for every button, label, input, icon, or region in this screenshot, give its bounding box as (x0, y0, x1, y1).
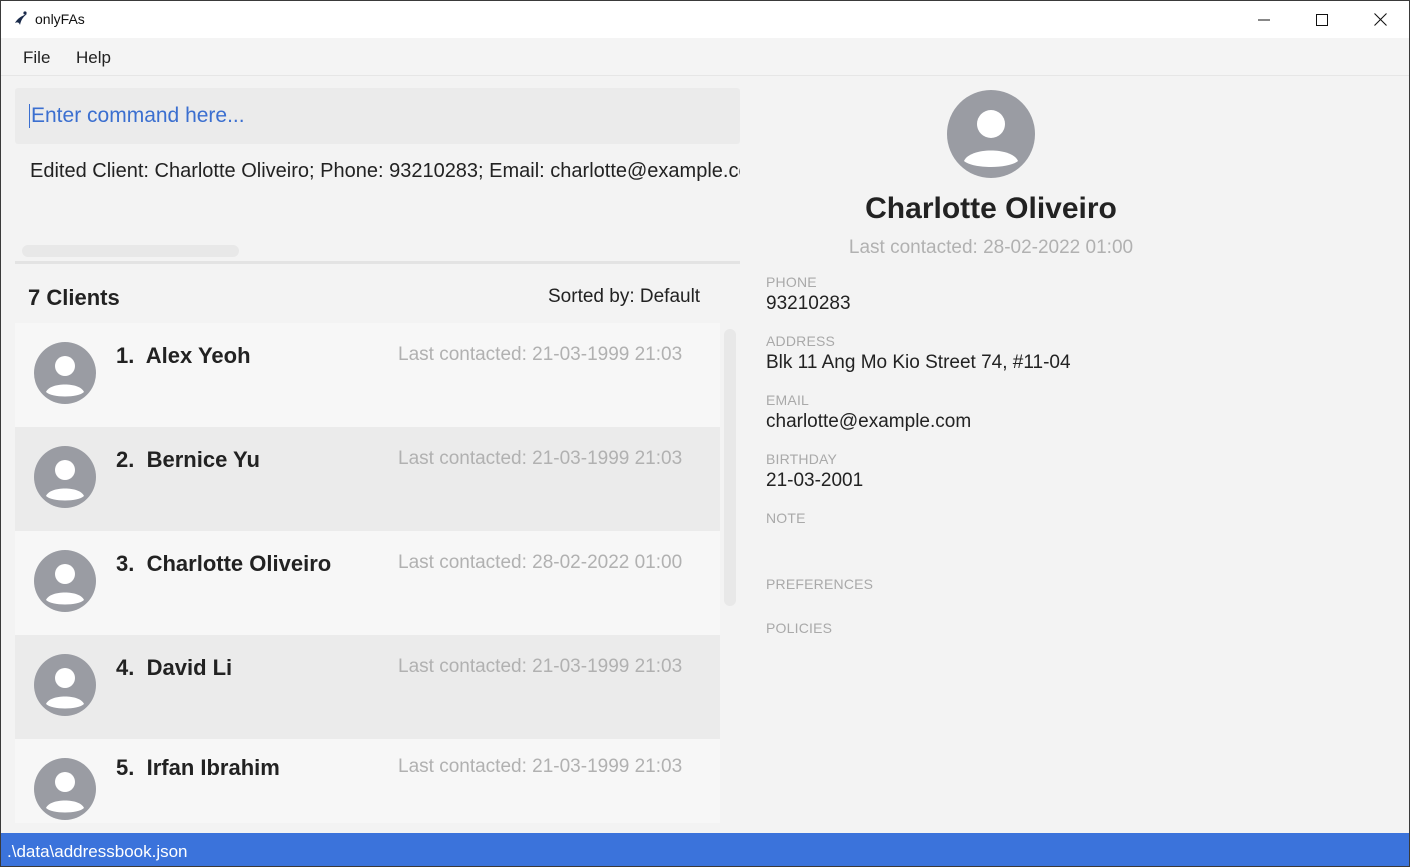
user-avatar-icon (34, 550, 96, 612)
birthday-label: BIRTHDAY (766, 451, 838, 467)
menu-help[interactable]: Help (76, 48, 111, 68)
divider (15, 261, 740, 264)
address-label: ADDRESS (766, 333, 836, 349)
close-icon (1373, 13, 1387, 26)
app-logo-icon (15, 11, 27, 25)
maximize-icon (1316, 13, 1328, 26)
list-scrollbar[interactable] (724, 329, 736, 606)
client-last-contacted: Last contacted: 21-03-1999 21:03 (398, 448, 683, 469)
menu-bar: File Help (1, 38, 1409, 76)
email-value: charlotte@example.com (766, 411, 972, 432)
client-name: 3. Charlotte Oliveiro (116, 551, 332, 576)
preferences-label: PREFERENCES (766, 576, 874, 592)
detail-name: Charlotte Oliveiro (865, 192, 1117, 225)
app-window: onlyFAs File Help Enter command here... … (0, 0, 1410, 867)
window-title: onlyFAs (35, 11, 85, 27)
command-input[interactable]: Enter command here... (29, 104, 245, 128)
client-last-contacted: Last contacted: 28-02-2022 01:00 (398, 552, 683, 573)
title-bar: onlyFAs (1, 1, 1409, 38)
user-avatar-icon (34, 654, 96, 716)
status-bar: .\data\addressbook.json (1, 833, 1409, 866)
user-avatar-icon (34, 446, 96, 508)
user-avatar-icon (947, 90, 1035, 178)
note-label: NOTE (766, 510, 806, 526)
menu-file[interactable]: File (23, 48, 50, 68)
client-name: 1. Alex Yeoh (116, 343, 251, 368)
client-last-contacted: Last contacted: 21-03-1999 21:03 (398, 756, 683, 777)
client-card[interactable]: 3. Charlotte Oliveiro Last contacted: 28… (15, 531, 720, 635)
client-last-contacted: Last contacted: 21-03-1999 21:03 (398, 656, 683, 677)
clients-count: 7 Clients (28, 285, 120, 310)
minimize-icon (1258, 19, 1270, 20)
user-avatar-icon (34, 758, 96, 820)
command-box[interactable]: Enter command here... (15, 88, 740, 144)
phone-label: PHONE (766, 274, 817, 290)
client-card[interactable]: 5. Irfan Ibrahim Last contacted: 21-03-1… (15, 739, 720, 823)
client-name: 2. Bernice Yu (116, 447, 260, 472)
detail-last-contacted: Last contacted: 28-02-2022 01:00 (848, 237, 1134, 258)
email-label: EMAIL (766, 392, 810, 408)
client-card[interactable]: 1. Alex Yeoh Last contacted: 21-03-1999 … (15, 323, 720, 427)
birthday-value: 21-03-2001 (766, 470, 864, 491)
client-card[interactable]: 4. David Li Last contacted: 21-03-1999 2… (15, 635, 720, 739)
status-file-path: .\data\addressbook.json (7, 842, 188, 861)
minimize-button[interactable] (1235, 1, 1293, 38)
client-name: 4. David Li (116, 655, 233, 680)
user-avatar-icon (34, 342, 96, 404)
maximize-button[interactable] (1293, 1, 1351, 38)
client-card[interactable]: 2. Bernice Yu Last contacted: 21-03-1999… (15, 427, 720, 531)
client-name: 5. Irfan Ibrahim (116, 755, 280, 780)
client-last-contacted: Last contacted: 21-03-1999 21:03 (398, 344, 683, 365)
sorted-by-label: Sorted by: Default (548, 286, 701, 307)
phone-value: 93210283 (766, 293, 851, 314)
result-scrollbar[interactable] (22, 245, 239, 257)
policies-label: POLICIES (766, 620, 833, 636)
address-value: Blk 11 Ang Mo Kio Street 74, #11-04 (766, 352, 1071, 373)
client-list: 1. Alex Yeoh Last contacted: 21-03-1999 … (15, 323, 720, 823)
result-display: Edited Client: Charlotte Oliveiro; Phone… (30, 160, 740, 182)
close-button[interactable] (1351, 1, 1409, 38)
